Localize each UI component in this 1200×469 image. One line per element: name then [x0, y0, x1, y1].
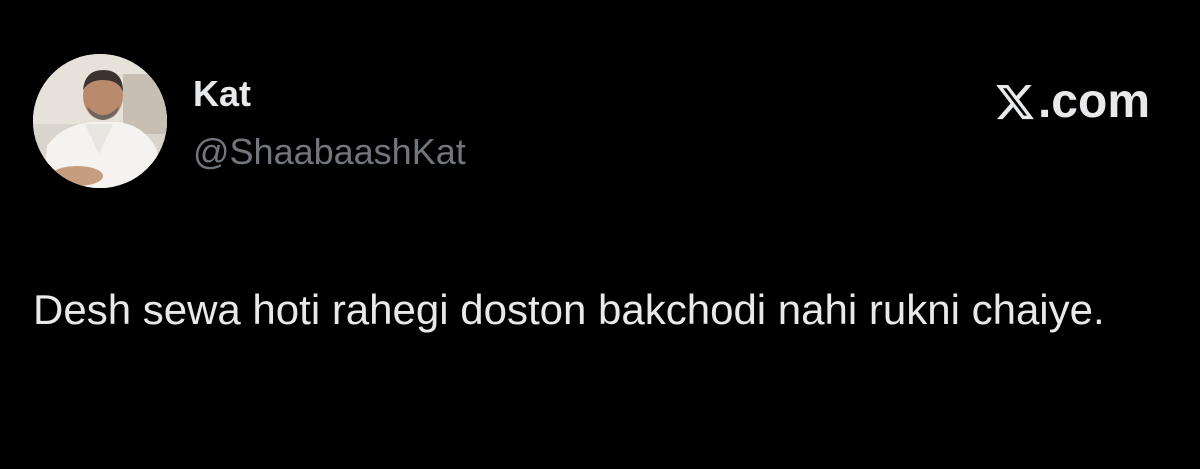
avatar[interactable]: [33, 54, 167, 188]
tweet-card: Kat @ShaabaashKat .com Desh sewa hoti ra…: [0, 0, 1200, 469]
tweet-text: Desh sewa hoti rahegi doston bakchodi na…: [33, 286, 1105, 333]
user-handle[interactable]: @ShaabaashKat: [193, 130, 466, 174]
brand-watermark: .com: [994, 76, 1150, 128]
avatar-photo: [33, 54, 167, 188]
brand-domain: .com: [1037, 75, 1150, 128]
x-logo-icon: [996, 84, 1034, 120]
display-name[interactable]: Kat: [193, 72, 251, 116]
